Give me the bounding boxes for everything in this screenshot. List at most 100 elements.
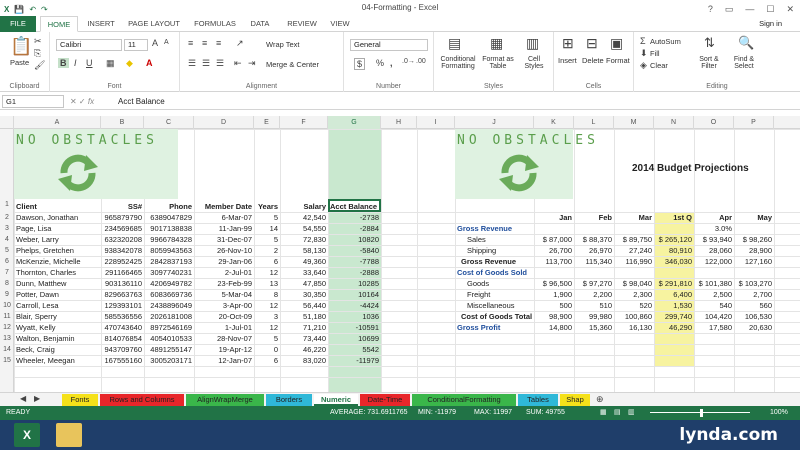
align-middle-icon[interactable]: ≡ <box>202 38 207 48</box>
tab-formulas[interactable]: FORMULAS <box>190 16 240 32</box>
paste-icon[interactable]: 📋 <box>10 36 32 57</box>
budget-row-label[interactable]: Sales <box>457 234 533 245</box>
data-cell[interactable]: 9017138838 <box>146 223 192 234</box>
data-cell[interactable]: 28-Nov-07 <box>196 333 252 344</box>
budget-title[interactable]: 2014 Budget Projections <box>632 163 749 174</box>
budget-value[interactable]: 122,000 <box>696 256 732 267</box>
data-cell[interactable]: Blair, Sperry <box>16 311 99 322</box>
accounting-format-button[interactable]: $ <box>354 58 366 70</box>
header-cell[interactable]: Salary <box>282 201 326 212</box>
data-cell[interactable]: 5542 <box>330 344 379 355</box>
column-header-j[interactable]: J <box>455 116 534 129</box>
column-header-c[interactable]: C <box>144 116 194 129</box>
font-size-select[interactable]: 11 <box>124 39 148 51</box>
data-cell[interactable]: 903136110 <box>103 278 142 289</box>
formula-input[interactable]: Acct Balance <box>118 95 165 108</box>
data-cell[interactable]: 6083669736 <box>146 289 192 300</box>
data-cell[interactable]: 10285 <box>330 278 379 289</box>
data-cell[interactable]: 4054010533 <box>146 333 192 344</box>
file-explorer-icon[interactable] <box>56 423 82 447</box>
sort-filter-button[interactable]: Sort & Filter <box>694 56 724 70</box>
row-header-9[interactable]: 9 <box>0 289 14 300</box>
budget-row-label[interactable]: Cost of Goods Total <box>457 311 533 322</box>
budget-value[interactable]: 80,910 <box>656 245 692 256</box>
row-header-11[interactable]: 11 <box>0 311 14 322</box>
format-cells-icon[interactable]: ▣ <box>610 35 623 52</box>
align-center-icon[interactable]: ☰ <box>202 58 210 69</box>
data-cell[interactable]: 19-Apr-12 <box>196 344 252 355</box>
column-header-a[interactable]: A <box>14 116 101 129</box>
data-cell[interactable]: -2888 <box>330 267 379 278</box>
data-cell[interactable]: Page, Lisa <box>16 223 99 234</box>
cogs-label[interactable]: Cost of Goods Sold <box>457 267 533 278</box>
prev-sheet-icon[interactable]: ◀ <box>20 394 26 403</box>
name-box[interactable]: G1 <box>2 95 64 108</box>
autosum-icon[interactable]: Σ <box>640 36 646 46</box>
column-header-o[interactable]: O <box>694 116 734 129</box>
budget-value[interactable]: 116,990 <box>616 256 652 267</box>
decrease-decimal-icon[interactable]: .00 <box>416 58 426 65</box>
budget-value[interactable]: 98,900 <box>536 311 572 322</box>
data-cell[interactable]: 10164 <box>330 289 379 300</box>
row-header-3[interactable]: 3 <box>0 223 14 234</box>
data-cell[interactable]: 2842837193 <box>146 256 192 267</box>
budget-value[interactable]: $ 98,260 <box>736 234 772 245</box>
data-cell[interactable]: -7788 <box>330 256 379 267</box>
month-header[interactable]: Jan <box>536 212 572 223</box>
budget-value[interactable]: 346,030 <box>656 256 692 267</box>
data-cell[interactable]: 49,360 <box>282 256 326 267</box>
paste-button[interactable]: Paste <box>10 58 29 67</box>
budget-value[interactable]: 100,860 <box>616 311 652 322</box>
data-cell[interactable]: 71,210 <box>282 322 326 333</box>
data-cell[interactable]: 51,180 <box>282 311 326 322</box>
data-cell[interactable]: 814076854 <box>103 333 142 344</box>
data-cell[interactable]: Walton, Benjamin <box>16 333 99 344</box>
insert-button[interactable]: Insert <box>558 56 577 65</box>
column-header-f[interactable]: F <box>280 116 328 129</box>
data-cell[interactable]: 47,850 <box>282 278 326 289</box>
data-cell[interactable]: 2026181008 <box>146 311 192 322</box>
increase-indent-icon[interactable]: ⇥ <box>248 58 256 69</box>
budget-value[interactable]: 500 <box>536 300 572 311</box>
data-cell[interactable]: Beck, Craig <box>16 344 99 355</box>
budget-value[interactable]: $ 88,370 <box>576 234 612 245</box>
column-header-n[interactable]: N <box>654 116 694 129</box>
budget-value[interactable]: 46,290 <box>656 322 692 333</box>
data-cell[interactable]: 632320208 <box>103 234 142 245</box>
tab-data[interactable]: DATA <box>244 16 276 32</box>
font-color-icon[interactable]: A <box>146 58 153 68</box>
sheet-tab-alignwrapmerge[interactable]: AlignWrapMerge <box>186 394 264 406</box>
budget-value[interactable]: $ 87,000 <box>536 234 572 245</box>
data-cell[interactable]: 14 <box>256 223 278 234</box>
data-cell[interactable]: 234569685 <box>103 223 142 234</box>
align-top-icon[interactable]: ≡ <box>188 38 193 48</box>
budget-value[interactable]: 540 <box>696 300 732 311</box>
data-cell[interactable]: 6389047829 <box>146 212 192 223</box>
format-painter-icon[interactable]: 🖌 <box>34 60 45 71</box>
budget-value[interactable]: 28,060 <box>696 245 732 256</box>
budget-value[interactable]: 27,240 <box>616 245 652 256</box>
month-header[interactable]: May <box>736 212 772 223</box>
sheet-tab-numeric[interactable]: Numeric <box>314 394 358 406</box>
data-cell[interactable]: 4891255147 <box>146 344 192 355</box>
ribbon-display-icon[interactable]: ▭ <box>725 1 734 17</box>
month-header[interactable]: 1st Q <box>656 212 692 223</box>
data-cell[interactable]: 23-Feb-99 <box>196 278 252 289</box>
find-select-icon[interactable]: 🔍 <box>738 35 754 51</box>
data-cell[interactable]: McKenzie, Michelle <box>16 256 99 267</box>
budget-value[interactable]: 26,700 <box>536 245 572 256</box>
budget-value[interactable]: $ 98,040 <box>616 278 652 289</box>
budget-value[interactable]: 104,420 <box>696 311 732 322</box>
font-name-select[interactable]: Calibri <box>56 39 122 51</box>
budget-value[interactable]: 99,980 <box>576 311 612 322</box>
data-cell[interactable]: -4424 <box>330 300 379 311</box>
data-cell[interactable]: 167555160 <box>103 355 142 366</box>
format-as-table-button[interactable]: Format as Table <box>480 56 516 70</box>
cell-styles-button[interactable]: Cell Styles <box>518 56 550 70</box>
data-cell[interactable]: 83,020 <box>282 355 326 366</box>
align-right-icon[interactable]: ☰ <box>216 58 224 69</box>
budget-value[interactable]: 2,500 <box>696 289 732 300</box>
budget-value[interactable]: 127,160 <box>736 256 772 267</box>
data-cell[interactable]: 3097740231 <box>146 267 192 278</box>
budget-value[interactable]: $ 89,750 <box>616 234 652 245</box>
